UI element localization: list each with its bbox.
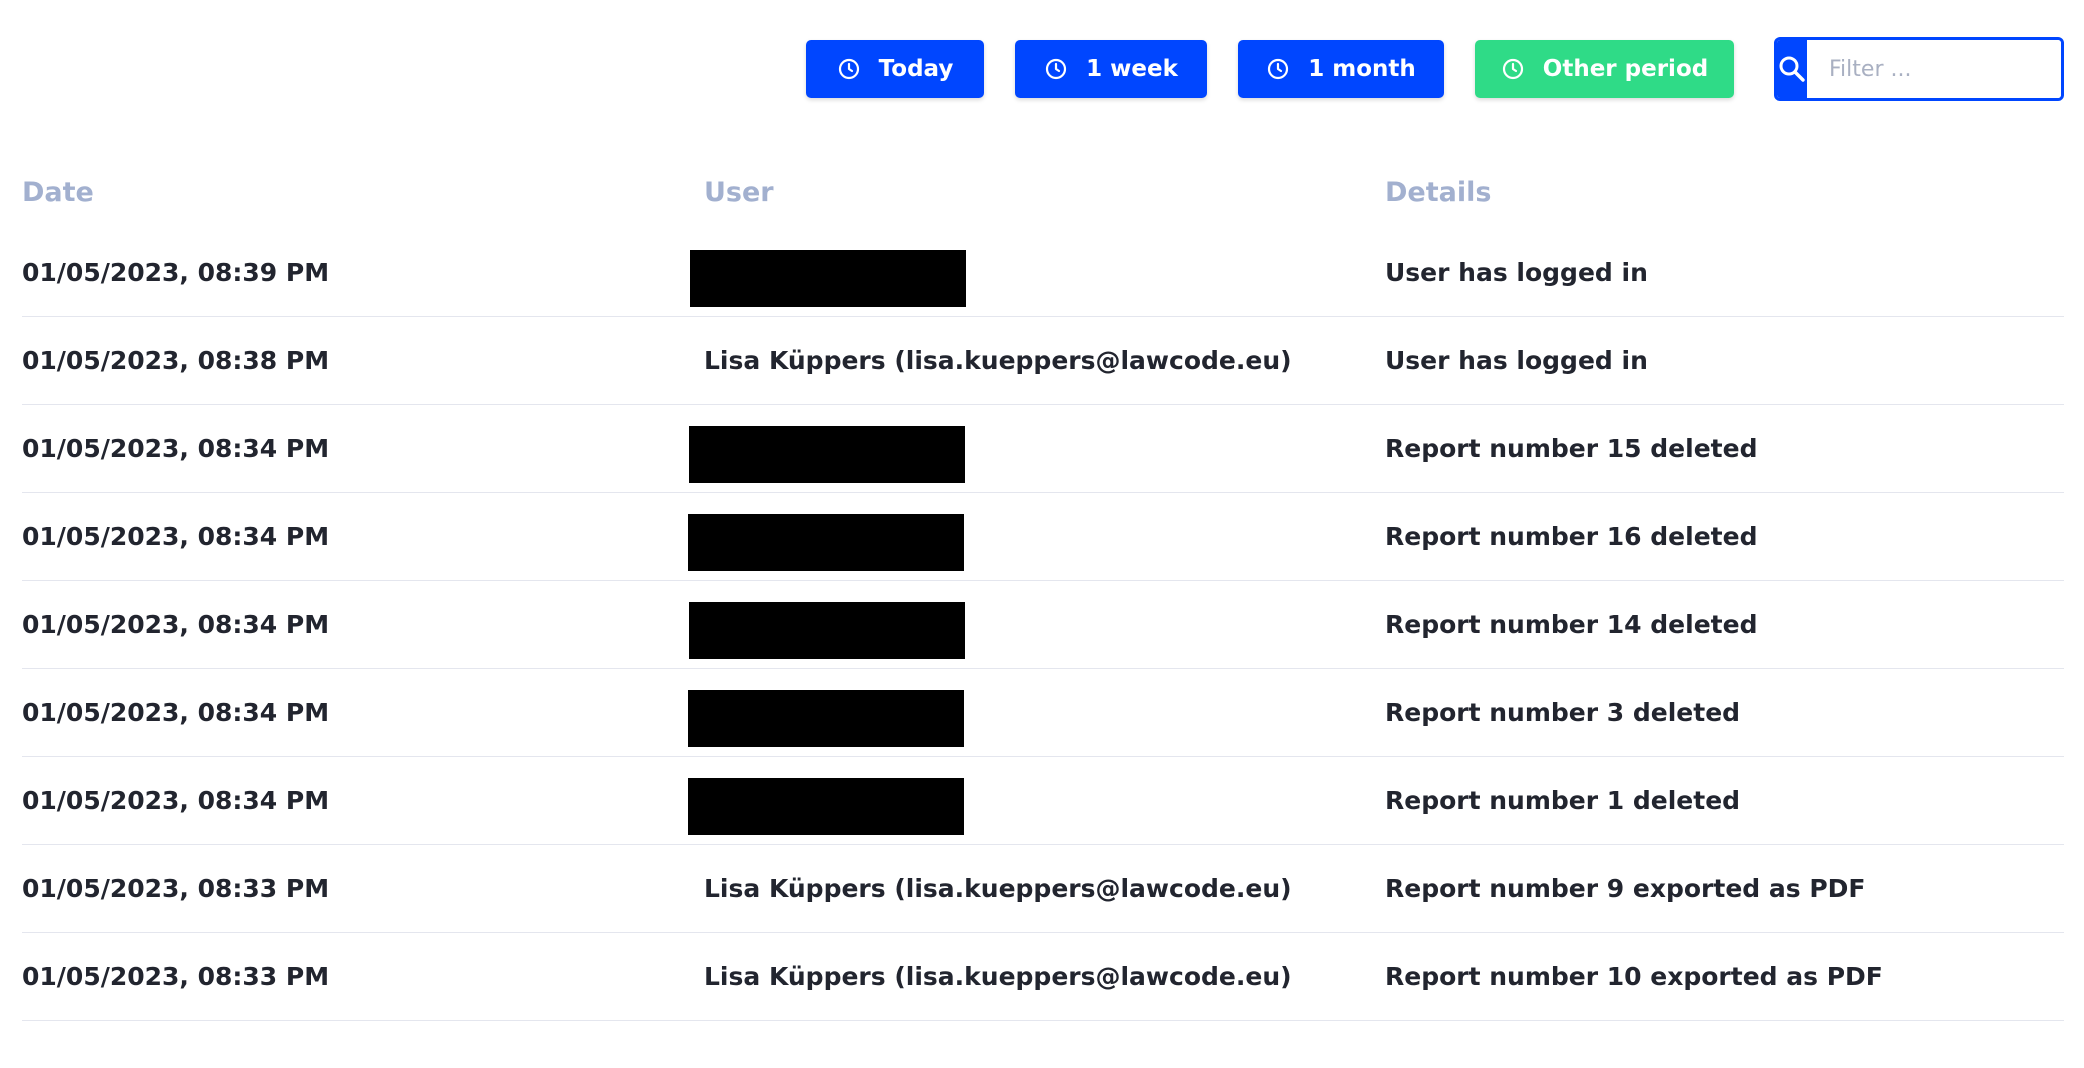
date-cell: 01/05/2023, 08:38 PM: [22, 346, 330, 375]
date-cell: 01/05/2023, 08:33 PM: [22, 962, 330, 991]
clock-icon: [1501, 57, 1525, 81]
details-cell: Report number 16 deleted: [1385, 522, 1758, 551]
redacted-user-block: [688, 514, 964, 571]
table-header: Date User Details: [22, 163, 2064, 229]
table-row: 01/05/2023, 08:33 PM Lisa Küppers (lisa.k…: [22, 933, 2064, 1021]
user-cell: Lisa Küppers (lisa.kueppers@lawcode.eu): [704, 346, 1292, 375]
details-cell: Report number 15 deleted: [1385, 434, 1758, 463]
date-cell: 01/05/2023, 08:34 PM: [22, 610, 330, 639]
filter-input[interactable]: [1807, 40, 2061, 98]
table-row: 01/05/2023, 08:34 PM Report number 16 del…: [22, 493, 2064, 581]
today-button-label: Today: [878, 56, 954, 82]
details-cell: User has logged in: [1385, 258, 1648, 287]
date-cell: 01/05/2023, 08:34 PM: [22, 698, 330, 727]
filter-search-box: [1774, 37, 2064, 101]
redacted-user-block: [690, 250, 966, 307]
today-button[interactable]: Today: [806, 40, 984, 98]
details-cell: Report number 1 deleted: [1385, 786, 1741, 815]
one-month-button-label: 1 month: [1308, 56, 1416, 82]
date-cell: 01/05/2023, 08:34 PM: [22, 786, 330, 815]
table-row: 01/05/2023, 08:33 PM Lisa Küppers (lisa.k…: [22, 845, 2064, 933]
table-body: 01/05/2023, 08:39 PM User has logged in 01…: [22, 229, 2064, 1021]
table-row: 01/05/2023, 08:34 PM Report number 3 dele…: [22, 669, 2064, 757]
redacted-user-block: [688, 690, 964, 747]
details-column-header[interactable]: Details: [1385, 177, 1491, 208]
details-cell: User has logged in: [1385, 346, 1648, 375]
table-row: 01/05/2023, 08:34 PM Report number 1 dele…: [22, 757, 2064, 845]
activity-log-table: Date User Details 01/05/2023, 08:39 PM Us…: [22, 163, 2064, 1021]
date-cell: 01/05/2023, 08:39 PM: [22, 258, 330, 287]
details-cell: Report number 9 exported as PDF: [1385, 874, 1866, 903]
other-period-button-label: Other period: [1542, 56, 1709, 82]
table-row: 01/05/2023, 08:34 PM Report number 14 del…: [22, 581, 2064, 669]
details-cell: Report number 10 exported as PDF: [1385, 962, 1883, 991]
redacted-user-block: [689, 602, 965, 659]
search-button[interactable]: [1777, 40, 1807, 98]
table-row: 01/05/2023, 08:38 PM Lisa Küppers (lisa.k…: [22, 317, 2064, 405]
one-month-button[interactable]: 1 month: [1238, 40, 1444, 98]
user-cell: Lisa Küppers (lisa.kueppers@lawcode.eu): [704, 874, 1292, 903]
date-cell: 01/05/2023, 08:34 PM: [22, 434, 330, 463]
details-cell: Report number 3 deleted: [1385, 698, 1741, 727]
user-cell: Lisa Küppers (lisa.kueppers@lawcode.eu): [704, 962, 1292, 991]
clock-icon: [837, 57, 861, 81]
table-row: 01/05/2023, 08:34 PM Report number 15 del…: [22, 405, 2064, 493]
one-week-button[interactable]: 1 week: [1015, 40, 1207, 98]
redacted-user-block: [689, 426, 965, 483]
period-toolbar: Today 1 week 1 month Other period: [0, 40, 2084, 98]
user-column-header[interactable]: User: [704, 177, 774, 208]
search-icon: [1779, 56, 1805, 82]
date-cell: 01/05/2023, 08:33 PM: [22, 874, 330, 903]
other-period-button[interactable]: Other period: [1475, 40, 1734, 98]
one-week-button-label: 1 week: [1086, 56, 1178, 82]
date-cell: 01/05/2023, 08:34 PM: [22, 522, 330, 551]
date-column-header[interactable]: Date: [22, 177, 94, 208]
details-cell: Report number 14 deleted: [1385, 610, 1758, 639]
table-row: 01/05/2023, 08:39 PM User has logged in: [22, 229, 2064, 317]
clock-icon: [1266, 57, 1290, 81]
clock-icon: [1044, 57, 1068, 81]
redacted-user-block: [688, 778, 964, 835]
